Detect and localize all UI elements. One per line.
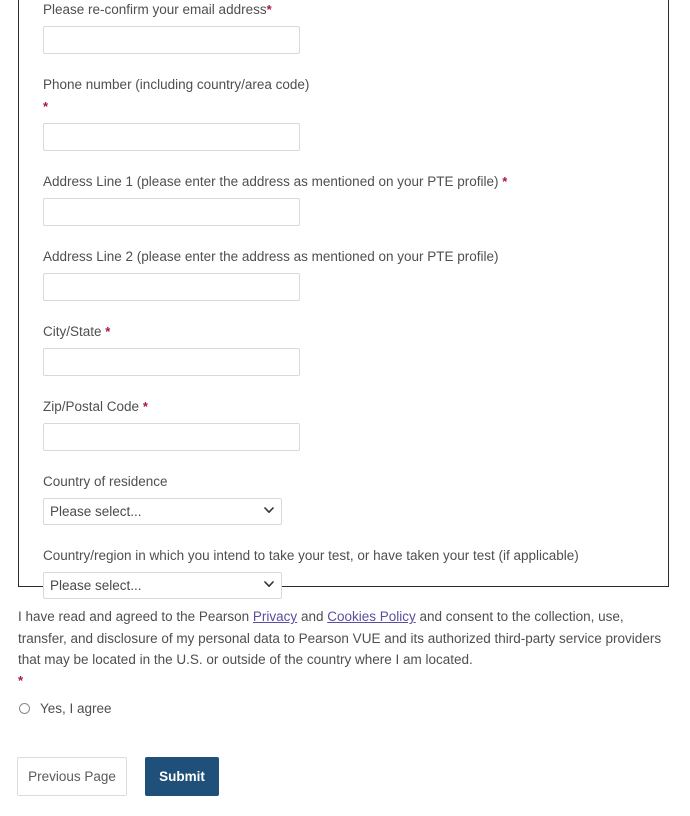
label-city-state: City/State * [43,322,643,341]
email-confirm-input[interactable] [43,26,300,54]
field-address-line-1: Address Line 1 (please enter the address… [43,172,643,226]
label-country-of-residence: Country of residence [43,472,643,491]
required-asterisk: * [266,2,272,17]
label-text: City/State [43,324,102,339]
field-city-state: City/State * [43,322,643,376]
agree-radio[interactable] [19,702,30,714]
test-country-region-select-wrap: Please select... [43,572,282,599]
privacy-policy-link[interactable]: Privacy [253,609,297,624]
address-line-2-input[interactable] [43,273,300,301]
field-address-line-2: Address Line 2 (please enter the address… [43,247,643,301]
consent-required-asterisk: * [18,672,24,688]
field-test-country-region: Country/region in which you intend to ta… [43,546,643,599]
label-text: Phone number (including country/area cod… [43,77,310,92]
consent-statement: I have read and agreed to the Pearson Pr… [18,606,672,689]
zip-postal-code-input[interactable] [43,423,300,451]
label-email-confirm: Please re-confirm your email address* [43,0,643,19]
consent-section: I have read and agreed to the Pearson Pr… [18,606,672,716]
field-phone-number: Phone number (including country/area cod… [43,75,643,151]
submit-button[interactable]: Submit [145,757,219,796]
consent-text-part-2: and [297,609,328,624]
city-state-input[interactable] [43,348,300,376]
form-action-buttons: Previous Page Submit [17,757,219,796]
country-of-residence-select[interactable]: Please select... [43,498,282,525]
label-text: Country of residence [43,474,168,489]
label-zip-postal-code: Zip/Postal Code * [43,397,643,416]
label-text: Country/region in which you intend to ta… [43,548,579,563]
required-asterisk: * [43,99,49,114]
address-line-1-input[interactable] [43,198,300,226]
field-country-of-residence: Country of residence Please select... [43,472,643,525]
field-zip-postal-code: Zip/Postal Code * [43,397,643,451]
label-text: Zip/Postal Code [43,399,140,414]
label-text: Address Line 1 (please enter the address… [43,174,499,189]
previous-page-button[interactable]: Previous Page [17,757,127,796]
required-asterisk: * [105,324,111,339]
label-address-line-1: Address Line 1 (please enter the address… [43,172,643,191]
cookies-policy-link[interactable]: Cookies Policy [327,609,416,624]
label-test-country-region: Country/region in which you intend to ta… [43,546,643,565]
phone-number-input[interactable] [43,123,300,151]
consent-radio-row[interactable]: Yes, I agree [18,701,672,716]
required-asterisk: * [142,399,148,414]
test-country-region-select[interactable]: Please select... [43,572,282,599]
agree-radio-label: Yes, I agree [40,700,112,716]
consent-text-part-1: I have read and agreed to the Pearson [18,609,253,624]
country-of-residence-select-wrap: Please select... [43,498,282,525]
label-text: Address Line 2 (please enter the address… [43,249,499,264]
label-text: Please re-confirm your email address [43,2,267,17]
registration-form-panel: Please re-confirm your email address* Ph… [18,0,669,599]
required-asterisk: * [502,174,508,189]
label-address-line-2: Address Line 2 (please enter the address… [43,247,643,266]
field-email-confirm: Please re-confirm your email address* [43,0,643,54]
form-fields-container: Please re-confirm your email address* Ph… [43,0,643,599]
label-phone-number: Phone number (including country/area cod… [43,75,643,116]
